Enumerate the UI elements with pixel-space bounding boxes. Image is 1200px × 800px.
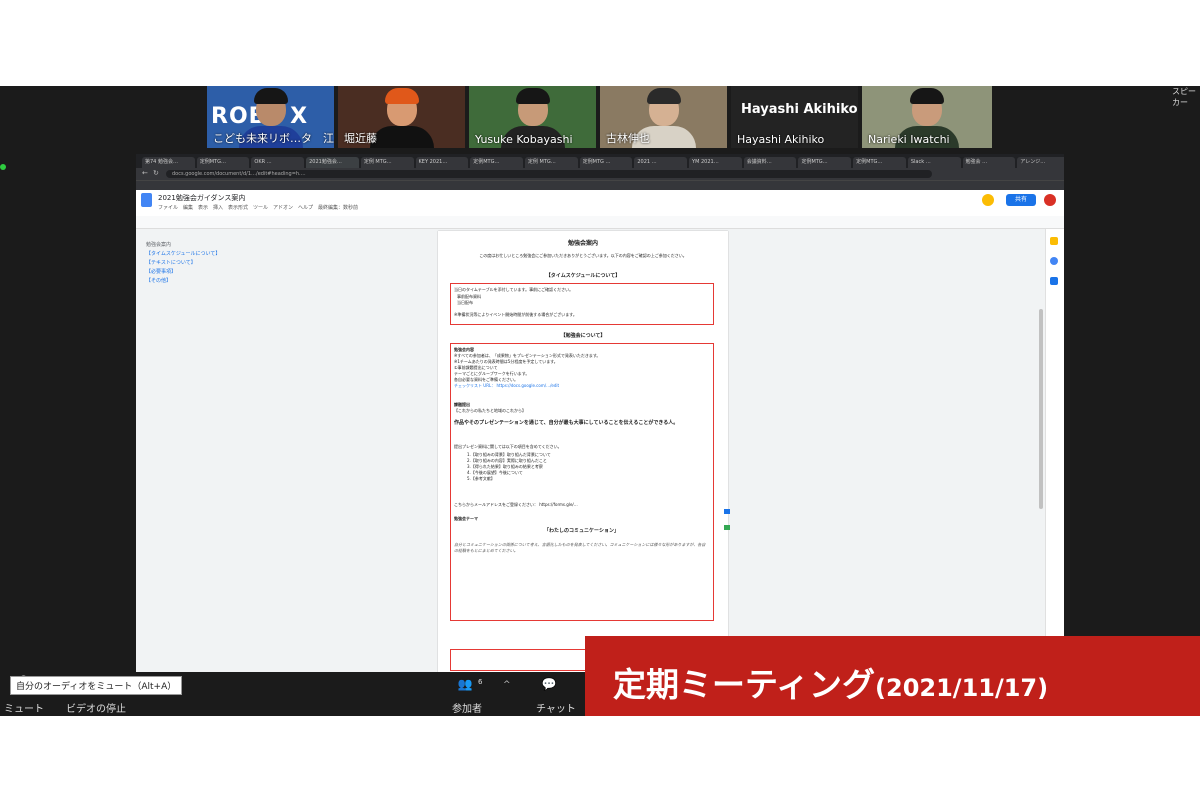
box-line: 【これからの私たちと地域のこれから】: [454, 408, 526, 413]
shared-screen: 第74 勉強会… 定例MTG… OKR … 2021勉強会… 定例 MTG… K…: [136, 154, 1064, 674]
browser-tab[interactable]: 定例MTG …: [579, 157, 633, 168]
participant-name: Yusuke Kobayashi: [475, 133, 573, 146]
mute-tooltip: 自分のオーディオをミュート（Alt+A）: [10, 676, 183, 695]
suggest-icon[interactable]: [724, 525, 730, 530]
docs-canvas: 勉強会案内 【タイムスケジュールについて】 【テキストについて】 【必要事項】 …: [136, 229, 1046, 674]
participant-count: 6: [478, 678, 483, 686]
participant-tile[interactable]: ROBL X こども未来リボ…タ 江川: [207, 86, 334, 148]
theme-title: 「わたしのコミュニケーション」: [544, 528, 619, 534]
checklist-link[interactable]: チェックリスト URL： https://docs.google.com/…/e…: [454, 383, 709, 389]
calendar-icon[interactable]: [1050, 277, 1058, 285]
box-line: 作品やそのプレゼンテーションを通じて、自分が最も大事にしていることを伝えることが…: [454, 420, 679, 426]
banner-date: (2021/11/17): [875, 674, 1049, 702]
box-line: 提出プレゼン資料に関しては以下の項目を含めてください。: [454, 444, 562, 449]
section-heading: 【タイムスケジュールについて】: [545, 273, 621, 279]
participant-name: 古林伸也: [606, 132, 650, 145]
docs-scrollbar[interactable]: [1039, 309, 1043, 509]
browser-tab[interactable]: Slack …: [907, 157, 961, 168]
browser-tab-active[interactable]: 2021勉強会…: [306, 157, 359, 168]
keep-icon[interactable]: [1050, 237, 1058, 245]
chat-icon[interactable]: 💬: [541, 678, 557, 690]
browser-tab[interactable]: 定例MTG…: [470, 157, 523, 168]
participant-heading: Hayashi Akihiko: [741, 102, 858, 117]
study-box: 勉強会内容 ※すべての参加者は、「成果物」をプレゼンテーション形式で発表いただき…: [450, 343, 714, 621]
tasks-icon[interactable]: [1050, 257, 1058, 265]
back-icon[interactable]: ←: [142, 169, 148, 177]
page-title: 勉強会案内: [567, 240, 598, 247]
participants-button[interactable]: 参加者: [452, 700, 482, 715]
url-input[interactable]: docs.google.com/document/d/1…/edit#headi…: [166, 170, 932, 178]
box-line: 当日配布: [457, 300, 473, 305]
browser-tab[interactable]: 第74 勉強会…: [142, 157, 195, 168]
document-outline: 勉強会案内 【タイムスケジュールについて】 【テキストについて】 【必要事項】 …: [146, 241, 220, 286]
outline-item[interactable]: 【テキストについて】: [146, 259, 220, 268]
outline-heading: 勉強会案内: [146, 242, 172, 248]
participant-tile[interactable]: 古林伸也: [600, 86, 727, 148]
outline-item[interactable]: 【必要事項】: [146, 268, 220, 277]
box-line: ※準備状況等によりイベント開始時間が前後する場合がございます。: [454, 312, 577, 317]
schedule-box: 当日のタイムテーブルを添付しています。事前にご確認ください。 事前配布資料 当日…: [450, 283, 714, 325]
participant-tile[interactable]: 堀近藤: [338, 86, 465, 148]
participant-tile[interactable]: Yusuke Kobayashi: [469, 86, 596, 148]
section-heading: 【勉強会について】: [560, 333, 606, 339]
document-page[interactable]: 勉強会案内 この度はお忙しいところ勉強会にご参加いただきありがとうございます。以…: [438, 231, 728, 674]
outline-item[interactable]: 【その他】: [146, 277, 220, 286]
participant-tile[interactable]: Narieki Iwatchi: [862, 86, 992, 148]
chat-button[interactable]: チャット: [536, 700, 576, 715]
docs-toolbar[interactable]: [136, 216, 1064, 229]
browser-tab[interactable]: KEY 2021…: [415, 157, 469, 168]
browser-tab[interactable]: 定例 MTG…: [524, 157, 578, 168]
reload-icon[interactable]: ↻: [153, 169, 159, 177]
docs-logo-icon[interactable]: [141, 193, 152, 207]
meeting-banner: 定期ミーティング(2021/11/17): [585, 636, 1200, 716]
box-line: 自分とコミュニケーションの関係について考え、言語化したものを発表してください。コ…: [454, 542, 706, 553]
status-indicator: [0, 164, 6, 170]
registration-link[interactable]: こちらからメールアドレスをご登録ください： https://forms.gle/…: [454, 502, 709, 508]
browser-tab[interactable]: 定例 MTG…: [360, 157, 414, 168]
browser-address-bar: ← ↻ docs.google.com/document/d/1…/edit#h…: [136, 168, 1064, 180]
browser-tab[interactable]: 勉強会 …: [962, 157, 1016, 168]
box-line: 勉強会テーマ: [454, 516, 478, 521]
browser-tab[interactable]: 会議資料…: [743, 157, 797, 168]
share-button[interactable]: 共有: [1006, 194, 1036, 206]
browser-tab[interactable]: 定例MTG…: [798, 157, 852, 168]
comment-icon[interactable]: [724, 509, 730, 514]
participant-name: 堀近藤: [344, 132, 377, 145]
browser-tab[interactable]: OKR …: [251, 157, 305, 168]
participant-name: Hayashi Akihiko: [737, 133, 825, 146]
mute-button[interactable]: ミュート: [4, 700, 44, 715]
page-intro: この度はお忙しいところ勉強会にご参加いただきありがとうございます。以下の内容をご…: [479, 253, 687, 258]
stop-video-button[interactable]: ビデオの停止: [66, 700, 126, 715]
participant-name: Narieki Iwatchi: [868, 133, 950, 146]
outline-item[interactable]: 【タイムスケジュールについて】: [146, 250, 220, 259]
account-avatar[interactable]: [1044, 194, 1056, 206]
chevron-up-icon[interactable]: ^: [503, 680, 511, 690]
participant-tile[interactable]: Hayashi Akihiko Hayashi Akihiko: [731, 86, 858, 148]
docs-menu-bar[interactable]: ファイル 編集 表示 挿入 表示形式 ツール アドオン ヘルプ 最終編集：数秒前: [158, 204, 358, 211]
box-line: 当日のタイムテーブルを添付しています。事前にご確認ください。: [454, 287, 574, 292]
browser-tab-bar: 第74 勉強会… 定例MTG… OKR … 2021勉強会… 定例 MTG… K…: [136, 154, 1064, 168]
banner-title: 定期ミーティング: [613, 665, 876, 704]
participants-icon[interactable]: 👥: [457, 678, 473, 690]
document-title[interactable]: 2021勉強会ガイダンス案内: [158, 193, 245, 203]
browser-tab[interactable]: YM 2021…: [689, 157, 742, 168]
avatar[interactable]: [982, 194, 994, 206]
browser-tab[interactable]: 定例MTG…: [196, 157, 250, 168]
zoom-meeting-window: ROBL X こども未来リボ…タ 江川 堀近藤 Yusuke Kobayashi…: [0, 86, 1200, 716]
box-line: 5.【参考文献】: [467, 476, 495, 481]
browser-tab[interactable]: アレンジ…: [1017, 157, 1064, 168]
browser-tab[interactable]: 2021 …: [634, 157, 688, 168]
docs-side-panel: [1045, 229, 1064, 674]
browser-tab[interactable]: 定例MTG…: [853, 157, 906, 168]
speaker-view-toggle[interactable]: スピーカー: [1172, 86, 1200, 108]
docs-header: 2021勉強会ガイダンス案内 ファイル 編集 表示 挿入 表示形式 ツール アド…: [136, 190, 1064, 217]
participant-name: こども未来リボ…タ 江川: [213, 132, 334, 145]
